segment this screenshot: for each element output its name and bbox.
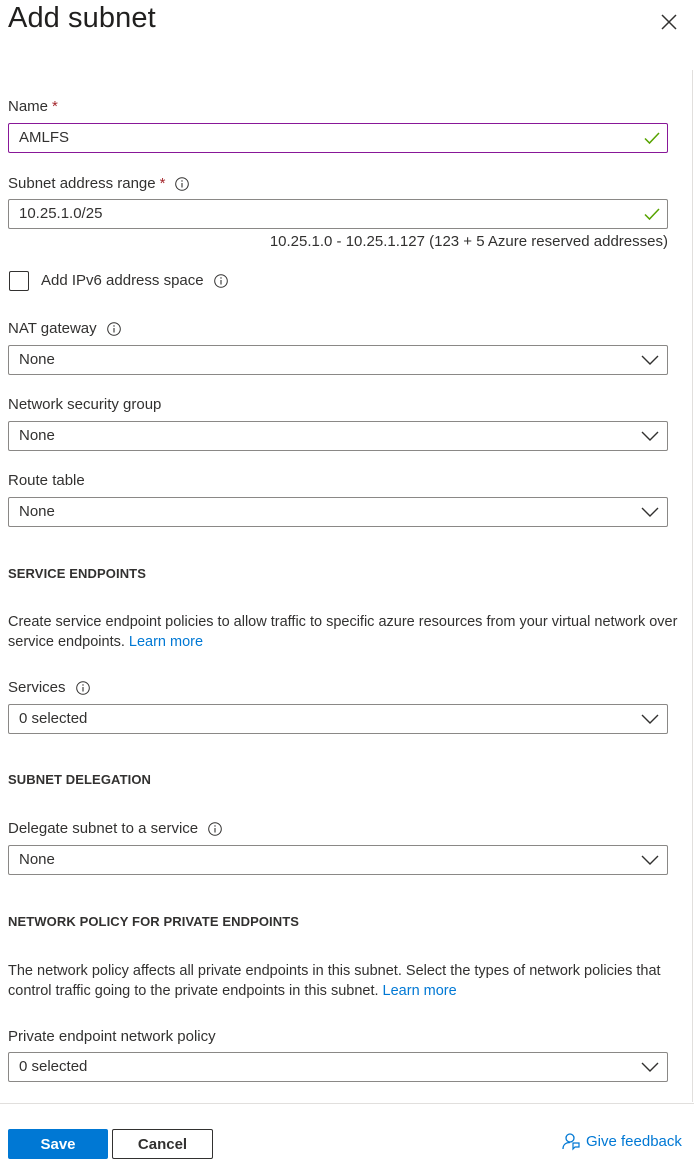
service-endpoints-description: Create service endpoint policies to allo… <box>8 614 678 650</box>
give-feedback-link[interactable]: Give feedback <box>561 1131 682 1151</box>
chevron-down-icon <box>641 431 659 441</box>
address-range-hint: 10.25.1.0 - 10.25.1.127 (123 + 5 Azure r… <box>269 233 668 250</box>
checkmark-icon <box>644 132 660 145</box>
private-endpoint-policy-value: 0 selected <box>19 1058 88 1075</box>
service-endpoints-heading: SERVICE ENDPOINTS <box>8 566 146 581</box>
services-value: 0 selected <box>19 710 88 727</box>
chevron-down-icon <box>641 1062 659 1072</box>
network-policy-heading: NETWORK POLICY FOR PRIVATE ENDPOINTS <box>8 914 300 929</box>
private-endpoint-policy-dropdown[interactable]: 0 selected <box>8 1052 668 1082</box>
info-icon[interactable] <box>75 680 90 695</box>
info-icon[interactable] <box>213 273 228 288</box>
route-table-value: None <box>19 503 55 520</box>
chevron-down-icon <box>641 855 659 865</box>
delegation-label: Delegate subnet to a service <box>8 820 222 837</box>
info-icon[interactable] <box>175 176 190 191</box>
panel-title: Add subnet <box>8 2 156 34</box>
info-icon[interactable] <box>208 821 222 836</box>
name-input[interactable]: AMLFS <box>8 123 668 153</box>
chevron-down-icon <box>641 507 659 517</box>
give-feedback-label: Give feedback <box>586 1132 682 1150</box>
close-icon[interactable] <box>657 10 681 34</box>
feedback-person-icon <box>562 1133 580 1151</box>
subnet-range-label: Subnet address range * <box>8 175 190 192</box>
required-indicator: * <box>159 175 166 192</box>
chevron-down-icon <box>641 714 659 724</box>
network-policy-description: The network policy affects all private e… <box>8 963 661 999</box>
name-input-value: AMLFS <box>19 129 70 146</box>
nsg-label: Network security group <box>8 396 162 413</box>
nat-gateway-value: None <box>19 351 55 368</box>
name-label: Name * <box>8 98 58 115</box>
subnet-range-input[interactable]: 10.25.1.0/25 <box>8 199 668 229</box>
checkmark-icon <box>644 208 660 221</box>
cancel-button[interactable]: Cancel <box>112 1129 213 1159</box>
private-endpoint-policy-label: Private endpoint network policy <box>8 1028 216 1045</box>
route-table-dropdown[interactable]: None <box>8 497 668 527</box>
scrollbar-track[interactable] <box>692 70 693 1102</box>
delegation-dropdown[interactable]: None <box>8 845 668 875</box>
learn-more-link[interactable]: Learn more <box>383 983 457 999</box>
delegation-value: None <box>19 851 55 868</box>
footer-divider <box>0 1103 694 1104</box>
required-indicator: * <box>52 98 58 115</box>
route-table-label: Route table <box>8 472 85 489</box>
services-dropdown[interactable]: 0 selected <box>8 704 668 734</box>
nsg-value: None <box>19 427 55 444</box>
save-button[interactable]: Save <box>8 1129 108 1159</box>
chevron-down-icon <box>641 355 659 365</box>
ipv6-checkbox[interactable] <box>9 271 29 291</box>
learn-more-link[interactable]: Learn more <box>129 634 203 650</box>
subnet-delegation-heading: SUBNET DELEGATION <box>8 772 152 787</box>
nat-gateway-dropdown[interactable]: None <box>8 345 668 375</box>
subnet-range-value: 10.25.1.0/25 <box>19 205 103 222</box>
nsg-dropdown[interactable]: None <box>8 421 668 451</box>
services-label: Services <box>8 679 90 696</box>
nat-gateway-label: NAT gateway <box>8 320 121 337</box>
info-icon[interactable] <box>106 321 121 336</box>
ipv6-label: Add IPv6 address space <box>41 272 228 289</box>
